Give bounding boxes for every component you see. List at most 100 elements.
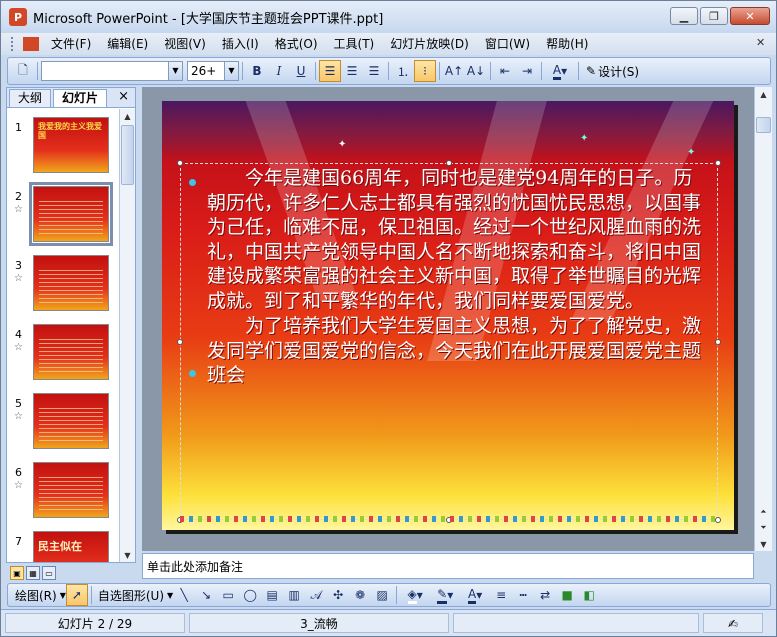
editor-scrollbar[interactable]: ▲ ⏶ ⏷ ▼ bbox=[754, 87, 772, 551]
menu-slideshow[interactable]: 幻灯片放映(D) bbox=[382, 34, 477, 54]
resize-handle[interactable] bbox=[715, 160, 721, 166]
bullets-button[interactable]: ⁝ bbox=[414, 60, 436, 82]
dash-style-icon: ┅ bbox=[519, 588, 527, 602]
menu-insert[interactable]: 插入(I) bbox=[214, 34, 267, 54]
drawbar-font-color-button[interactable]: A ▾ bbox=[460, 584, 490, 606]
select-objects-button[interactable]: ➚ bbox=[65, 584, 88, 606]
content-textbox[interactable]: 今年是建国66周年，同时也是建党94周年的日子。历朝历代，许多仁人志士都具有强烈… bbox=[177, 160, 721, 523]
menu-tools[interactable]: 工具(T) bbox=[326, 34, 383, 54]
scroll-thumb[interactable] bbox=[121, 125, 134, 185]
scroll-down-icon[interactable]: ▼ bbox=[755, 537, 772, 551]
close-button[interactable]: ✕ bbox=[730, 7, 770, 25]
normal-view-button[interactable]: ▣ bbox=[10, 566, 24, 580]
thumbnail-item[interactable]: 5 ☆ bbox=[7, 393, 119, 461]
powerpoint-app-icon[interactable]: P bbox=[9, 8, 27, 26]
decrease-indent-button[interactable]: ⇤ bbox=[494, 60, 516, 82]
menu-help[interactable]: 帮助(H) bbox=[538, 34, 596, 54]
align-center-button[interactable]: ☰ bbox=[341, 60, 363, 82]
align-left-button[interactable]: ☰ bbox=[319, 60, 341, 82]
thumbnail-item[interactable]: 1 我爱我的主义我爱国 bbox=[7, 117, 119, 185]
fill-color-button[interactable]: ◈ ▾ bbox=[400, 584, 430, 606]
thumbnail-item[interactable]: 7 民主似在 bbox=[7, 531, 119, 562]
3d-button[interactable]: ◧ bbox=[578, 584, 600, 606]
thumbnail-item[interactable]: 2 ☆ bbox=[7, 182, 119, 254]
oval-button[interactable]: ◯ bbox=[239, 584, 261, 606]
panel-close-icon[interactable]: × bbox=[118, 89, 129, 104]
resize-handle[interactable] bbox=[177, 160, 183, 166]
line-style-button[interactable]: ≡ bbox=[490, 584, 512, 606]
next-slide-icon[interactable]: ⏷ bbox=[755, 521, 772, 535]
slide-body-text[interactable]: 今年是建国66周年，同时也是建党94周年的日子。历朝历代，许多仁人志士都具有强烈… bbox=[207, 166, 707, 389]
thumbnail-image[interactable]: 民主似在 bbox=[33, 531, 109, 562]
increase-font-button[interactable]: A↑ bbox=[443, 60, 465, 82]
scroll-up-icon[interactable]: ▲ bbox=[755, 87, 772, 101]
scroll-thumb[interactable] bbox=[756, 117, 771, 133]
doc-icon[interactable] bbox=[23, 37, 39, 51]
chevron-down-icon[interactable]: ▼ bbox=[168, 62, 182, 80]
tab-outline[interactable]: 大纲 bbox=[9, 89, 52, 107]
dash-style-button[interactable]: ┅ bbox=[512, 584, 534, 606]
vertical-textbox-button[interactable]: ▥ bbox=[283, 584, 305, 606]
menu-window[interactable]: 窗口(W) bbox=[477, 34, 538, 54]
thumbnail-image[interactable]: 我爱我的主义我爱国 bbox=[33, 117, 109, 173]
bold-button[interactable]: B bbox=[246, 60, 268, 82]
thumbnail-item[interactable]: 4 ☆ bbox=[7, 324, 119, 392]
minimize-button[interactable]: ▁ bbox=[670, 7, 698, 25]
increase-indent-button[interactable]: ⇥ bbox=[516, 60, 538, 82]
slide-paragraph[interactable]: 今年是建国66周年，同时也是建党94周年的日子。历朝历代，许多仁人志士都具有强烈… bbox=[207, 166, 707, 313]
picture-button[interactable]: ▨ bbox=[371, 584, 393, 606]
mdi-close-button[interactable]: ✕ bbox=[756, 36, 768, 50]
italic-button[interactable]: I bbox=[268, 60, 290, 82]
wordart-button[interactable]: 𝒜 bbox=[305, 584, 327, 606]
menu-view[interactable]: 视图(V) bbox=[156, 34, 214, 54]
underline-button[interactable]: U bbox=[290, 60, 312, 82]
font-name-combo[interactable]: ▼ bbox=[41, 61, 183, 81]
slide-paragraph[interactable]: 为了培养我们大学生爱国主义思想，为了了解党史，激发同学们爱国爱党的信念，今天我们… bbox=[207, 314, 707, 388]
diagram-button[interactable]: ✣ bbox=[327, 584, 349, 606]
numbering-button[interactable]: ⒈ bbox=[392, 60, 414, 82]
menu-edit[interactable]: 编辑(E) bbox=[99, 34, 156, 54]
menubar-grip[interactable] bbox=[11, 37, 15, 51]
tab-slides[interactable]: 幻灯片 bbox=[53, 89, 108, 107]
draw-menu[interactable]: 绘图(R) bbox=[12, 587, 60, 604]
thumbnail-item[interactable]: 6 ☆ bbox=[7, 462, 119, 530]
chevron-down-icon[interactable]: ▼ bbox=[224, 62, 238, 80]
resize-handle[interactable] bbox=[177, 339, 183, 345]
font-color-button[interactable]: A ▾ bbox=[545, 60, 575, 82]
clipart-button[interactable]: ❁ bbox=[349, 584, 371, 606]
thumbnail-image-selected[interactable] bbox=[29, 182, 113, 246]
notes-pane[interactable]: 单击此处添加备注 bbox=[142, 553, 754, 579]
arrow-button[interactable]: ↘ bbox=[195, 584, 217, 606]
thumbnail-item[interactable]: 3 ☆ bbox=[7, 255, 119, 323]
align-right-button[interactable]: ☰ bbox=[363, 60, 385, 82]
spellcheck-icon[interactable]: ✍ bbox=[703, 613, 763, 633]
rectangle-button[interactable]: ▭ bbox=[217, 584, 239, 606]
slideshow-button[interactable]: ▭ bbox=[42, 566, 56, 580]
shadow-button[interactable]: ■ bbox=[556, 584, 578, 606]
font-size-combo[interactable]: 26+ ▼ bbox=[187, 61, 239, 81]
previous-slide-icon[interactable]: ⏶ bbox=[755, 505, 772, 519]
textbox-button[interactable]: ▤ bbox=[261, 584, 283, 606]
slide-sorter-button[interactable]: ▦ bbox=[26, 566, 40, 580]
decrease-font-button[interactable]: A↓ bbox=[465, 60, 487, 82]
restore-button[interactable]: ❐ bbox=[700, 7, 728, 25]
menu-file[interactable]: 文件(F) bbox=[43, 34, 99, 54]
thumbnail-image[interactable] bbox=[33, 324, 109, 380]
thumbnail-scrollbar[interactable]: ▲ ▼ bbox=[119, 109, 135, 562]
scroll-up-icon[interactable]: ▲ bbox=[120, 109, 135, 123]
line-button[interactable]: ╲ bbox=[173, 584, 195, 606]
arrow-style-button[interactable]: ⇄ bbox=[534, 584, 556, 606]
scroll-down-icon[interactable]: ▼ bbox=[120, 548, 135, 562]
thumbnail-image[interactable] bbox=[33, 462, 109, 518]
line-color-button[interactable]: ✎ ▾ bbox=[430, 584, 460, 606]
toolbar-separator bbox=[439, 62, 440, 80]
design-button[interactable]: ✎ 设计(S) bbox=[582, 63, 643, 80]
new-button[interactable]: 🗋 bbox=[12, 60, 34, 82]
menu-format[interactable]: 格式(O) bbox=[267, 34, 326, 54]
thumbnail-image[interactable] bbox=[33, 393, 109, 449]
slide-canvas[interactable]: ✦ ✦ ✦ 今年是建国66周年，同时也是建党94周年的日子。历朝历代，许多仁人志… bbox=[162, 101, 734, 530]
autoshapes-menu[interactable]: 自选图形(U) bbox=[95, 587, 167, 604]
thumbnail-image[interactable] bbox=[33, 255, 109, 311]
animation-star-icon: ☆ bbox=[14, 204, 23, 215]
resize-handle[interactable] bbox=[715, 339, 721, 345]
